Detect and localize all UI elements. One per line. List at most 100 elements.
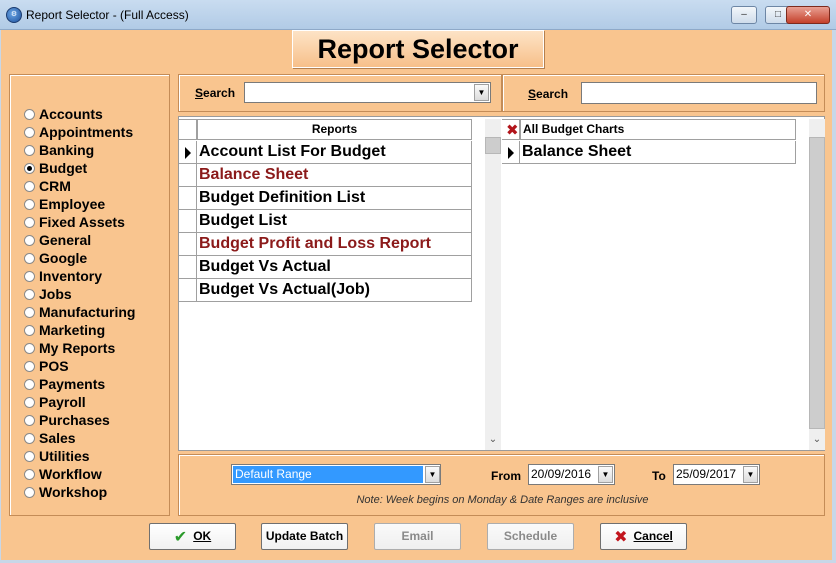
scrollbar-thumb[interactable] bbox=[809, 137, 825, 429]
row-selector[interactable] bbox=[502, 141, 520, 164]
category-radio[interactable]: Employee bbox=[24, 195, 135, 213]
radio-icon[interactable] bbox=[24, 486, 35, 498]
radio-icon[interactable] bbox=[24, 468, 35, 480]
chevron-down-icon[interactable]: ▼ bbox=[474, 84, 489, 101]
category-radio[interactable]: Banking bbox=[24, 141, 135, 159]
report-row[interactable]: Budget Vs Actual(Job) bbox=[197, 279, 472, 302]
calendar-dropdown-icon[interactable]: ▼ bbox=[598, 466, 613, 483]
scroll-down-icon[interactable]: ⌄ bbox=[485, 434, 501, 450]
app-icon[interactable]: ⚙ bbox=[6, 7, 22, 23]
reports-scrollbar[interactable]: ⌄ bbox=[485, 119, 501, 450]
row-selector[interactable] bbox=[179, 141, 197, 164]
chevron-down-icon[interactable]: ▼ bbox=[425, 466, 440, 483]
category-radio[interactable]: Payroll bbox=[24, 393, 135, 411]
row-selector[interactable] bbox=[179, 164, 197, 187]
category-radio[interactable]: My Reports bbox=[24, 339, 135, 357]
schedule-button[interactable]: Schedule bbox=[487, 523, 574, 550]
category-radio[interactable]: Workflow bbox=[24, 465, 135, 483]
ok-button[interactable]: ✔ OK bbox=[149, 523, 236, 550]
row-selector[interactable] bbox=[179, 233, 197, 256]
scrollbar-thumb[interactable] bbox=[485, 137, 501, 154]
category-radio[interactable]: Appointments bbox=[24, 123, 135, 141]
category-radio[interactable]: General bbox=[24, 231, 135, 249]
category-radio[interactable]: CRM bbox=[24, 177, 135, 195]
charts-scrollbar[interactable]: ⌄ bbox=[809, 119, 825, 450]
radio-icon[interactable] bbox=[24, 324, 35, 336]
report-row[interactable]: Account List For Budget bbox=[197, 141, 472, 164]
report-row[interactable]: Budget List bbox=[197, 210, 472, 233]
category-label: Workshop bbox=[39, 484, 108, 500]
category-radio[interactable]: Budget bbox=[24, 159, 135, 177]
radio-icon[interactable] bbox=[24, 162, 35, 174]
charts-column-header[interactable]: All Budget Charts bbox=[520, 119, 796, 140]
radio-icon[interactable] bbox=[24, 306, 35, 318]
cancel-button[interactable]: ✖ Cancel bbox=[600, 523, 687, 550]
close-button[interactable]: ✕ bbox=[786, 6, 830, 24]
charts-search-input[interactable] bbox=[581, 82, 817, 104]
minimize-button[interactable]: – bbox=[731, 6, 757, 24]
report-row[interactable]: Budget Definition List bbox=[197, 187, 472, 210]
row-selector[interactable] bbox=[179, 279, 197, 302]
category-radio[interactable]: Fixed Assets bbox=[24, 213, 135, 231]
range-select-value: Default Range bbox=[233, 466, 423, 483]
grid-corner bbox=[179, 119, 197, 140]
category-label: Budget bbox=[39, 160, 88, 176]
radio-icon[interactable] bbox=[24, 288, 35, 300]
radio-icon[interactable] bbox=[24, 342, 35, 354]
email-button[interactable]: Email bbox=[374, 523, 461, 550]
category-radio[interactable]: Jobs bbox=[24, 285, 135, 303]
category-label: General bbox=[39, 232, 92, 248]
category-radio[interactable]: Payments bbox=[24, 375, 135, 393]
to-date-field[interactable]: 25/09/2017 ▼ bbox=[673, 464, 760, 485]
range-note: Note: Week begins on Monday & Date Range… bbox=[356, 494, 649, 506]
radio-icon[interactable] bbox=[24, 180, 35, 192]
category-radio[interactable]: Workshop bbox=[24, 483, 135, 501]
reports-search-combo[interactable]: ▼ bbox=[244, 82, 491, 103]
category-radio[interactable]: Marketing bbox=[24, 321, 135, 339]
row-selector[interactable] bbox=[179, 187, 197, 210]
radio-icon[interactable] bbox=[24, 450, 35, 462]
range-select-arrow[interactable]: ▼ bbox=[423, 465, 440, 486]
radio-icon[interactable] bbox=[24, 378, 35, 390]
grid-corner-chart[interactable]: ✖ bbox=[502, 119, 520, 140]
category-radio[interactable]: Sales bbox=[24, 429, 135, 447]
report-row[interactable]: Budget Profit and Loss Report bbox=[197, 233, 472, 256]
update-batch-button[interactable]: Update Batch bbox=[261, 523, 348, 550]
from-date-field[interactable]: 20/09/2016 ▼ bbox=[528, 464, 615, 485]
row-selector[interactable] bbox=[179, 210, 197, 233]
category-radio[interactable]: Google bbox=[24, 249, 135, 267]
delete-x-icon[interactable]: ✖ bbox=[506, 122, 519, 140]
chart-row[interactable]: Balance Sheet bbox=[520, 141, 796, 164]
radio-icon[interactable] bbox=[24, 234, 35, 246]
reports-column-header[interactable]: Reports bbox=[197, 119, 472, 140]
category-label: Google bbox=[39, 250, 88, 266]
category-radio[interactable]: Inventory bbox=[24, 267, 135, 285]
radio-icon[interactable] bbox=[24, 396, 35, 408]
scroll-down-icon[interactable]: ⌄ bbox=[809, 434, 825, 450]
radio-icon[interactable] bbox=[24, 198, 35, 210]
title-bar[interactable]: ⚙ Report Selector - (Full Access) – □ ✕ bbox=[0, 0, 836, 30]
radio-icon[interactable] bbox=[24, 432, 35, 444]
radio-icon[interactable] bbox=[24, 270, 35, 282]
report-row[interactable]: Balance Sheet bbox=[197, 164, 472, 187]
category-radio[interactable]: POS bbox=[24, 357, 135, 375]
radio-icon[interactable] bbox=[24, 252, 35, 264]
radio-icon[interactable] bbox=[24, 216, 35, 228]
category-radio[interactable]: Utilities bbox=[24, 447, 135, 465]
radio-icon[interactable] bbox=[24, 108, 35, 120]
category-label: Jobs bbox=[39, 286, 72, 302]
category-radio[interactable]: Purchases bbox=[24, 411, 135, 429]
radio-icon[interactable] bbox=[24, 360, 35, 372]
radio-icon[interactable] bbox=[24, 144, 35, 156]
charts-search-bar: Search bbox=[502, 74, 825, 112]
radio-icon[interactable] bbox=[24, 414, 35, 426]
radio-icon[interactable] bbox=[24, 126, 35, 138]
category-radio[interactable]: Manufacturing bbox=[24, 303, 135, 321]
range-select[interactable]: Default Range ▼ bbox=[231, 464, 441, 485]
row-selector[interactable] bbox=[179, 256, 197, 279]
cancel-x-icon: ✖ bbox=[614, 529, 628, 546]
category-radio[interactable]: Accounts bbox=[24, 105, 135, 123]
report-row[interactable]: Budget Vs Actual bbox=[197, 256, 472, 279]
category-label: Workflow bbox=[39, 466, 102, 482]
calendar-dropdown-icon[interactable]: ▼ bbox=[743, 466, 758, 483]
